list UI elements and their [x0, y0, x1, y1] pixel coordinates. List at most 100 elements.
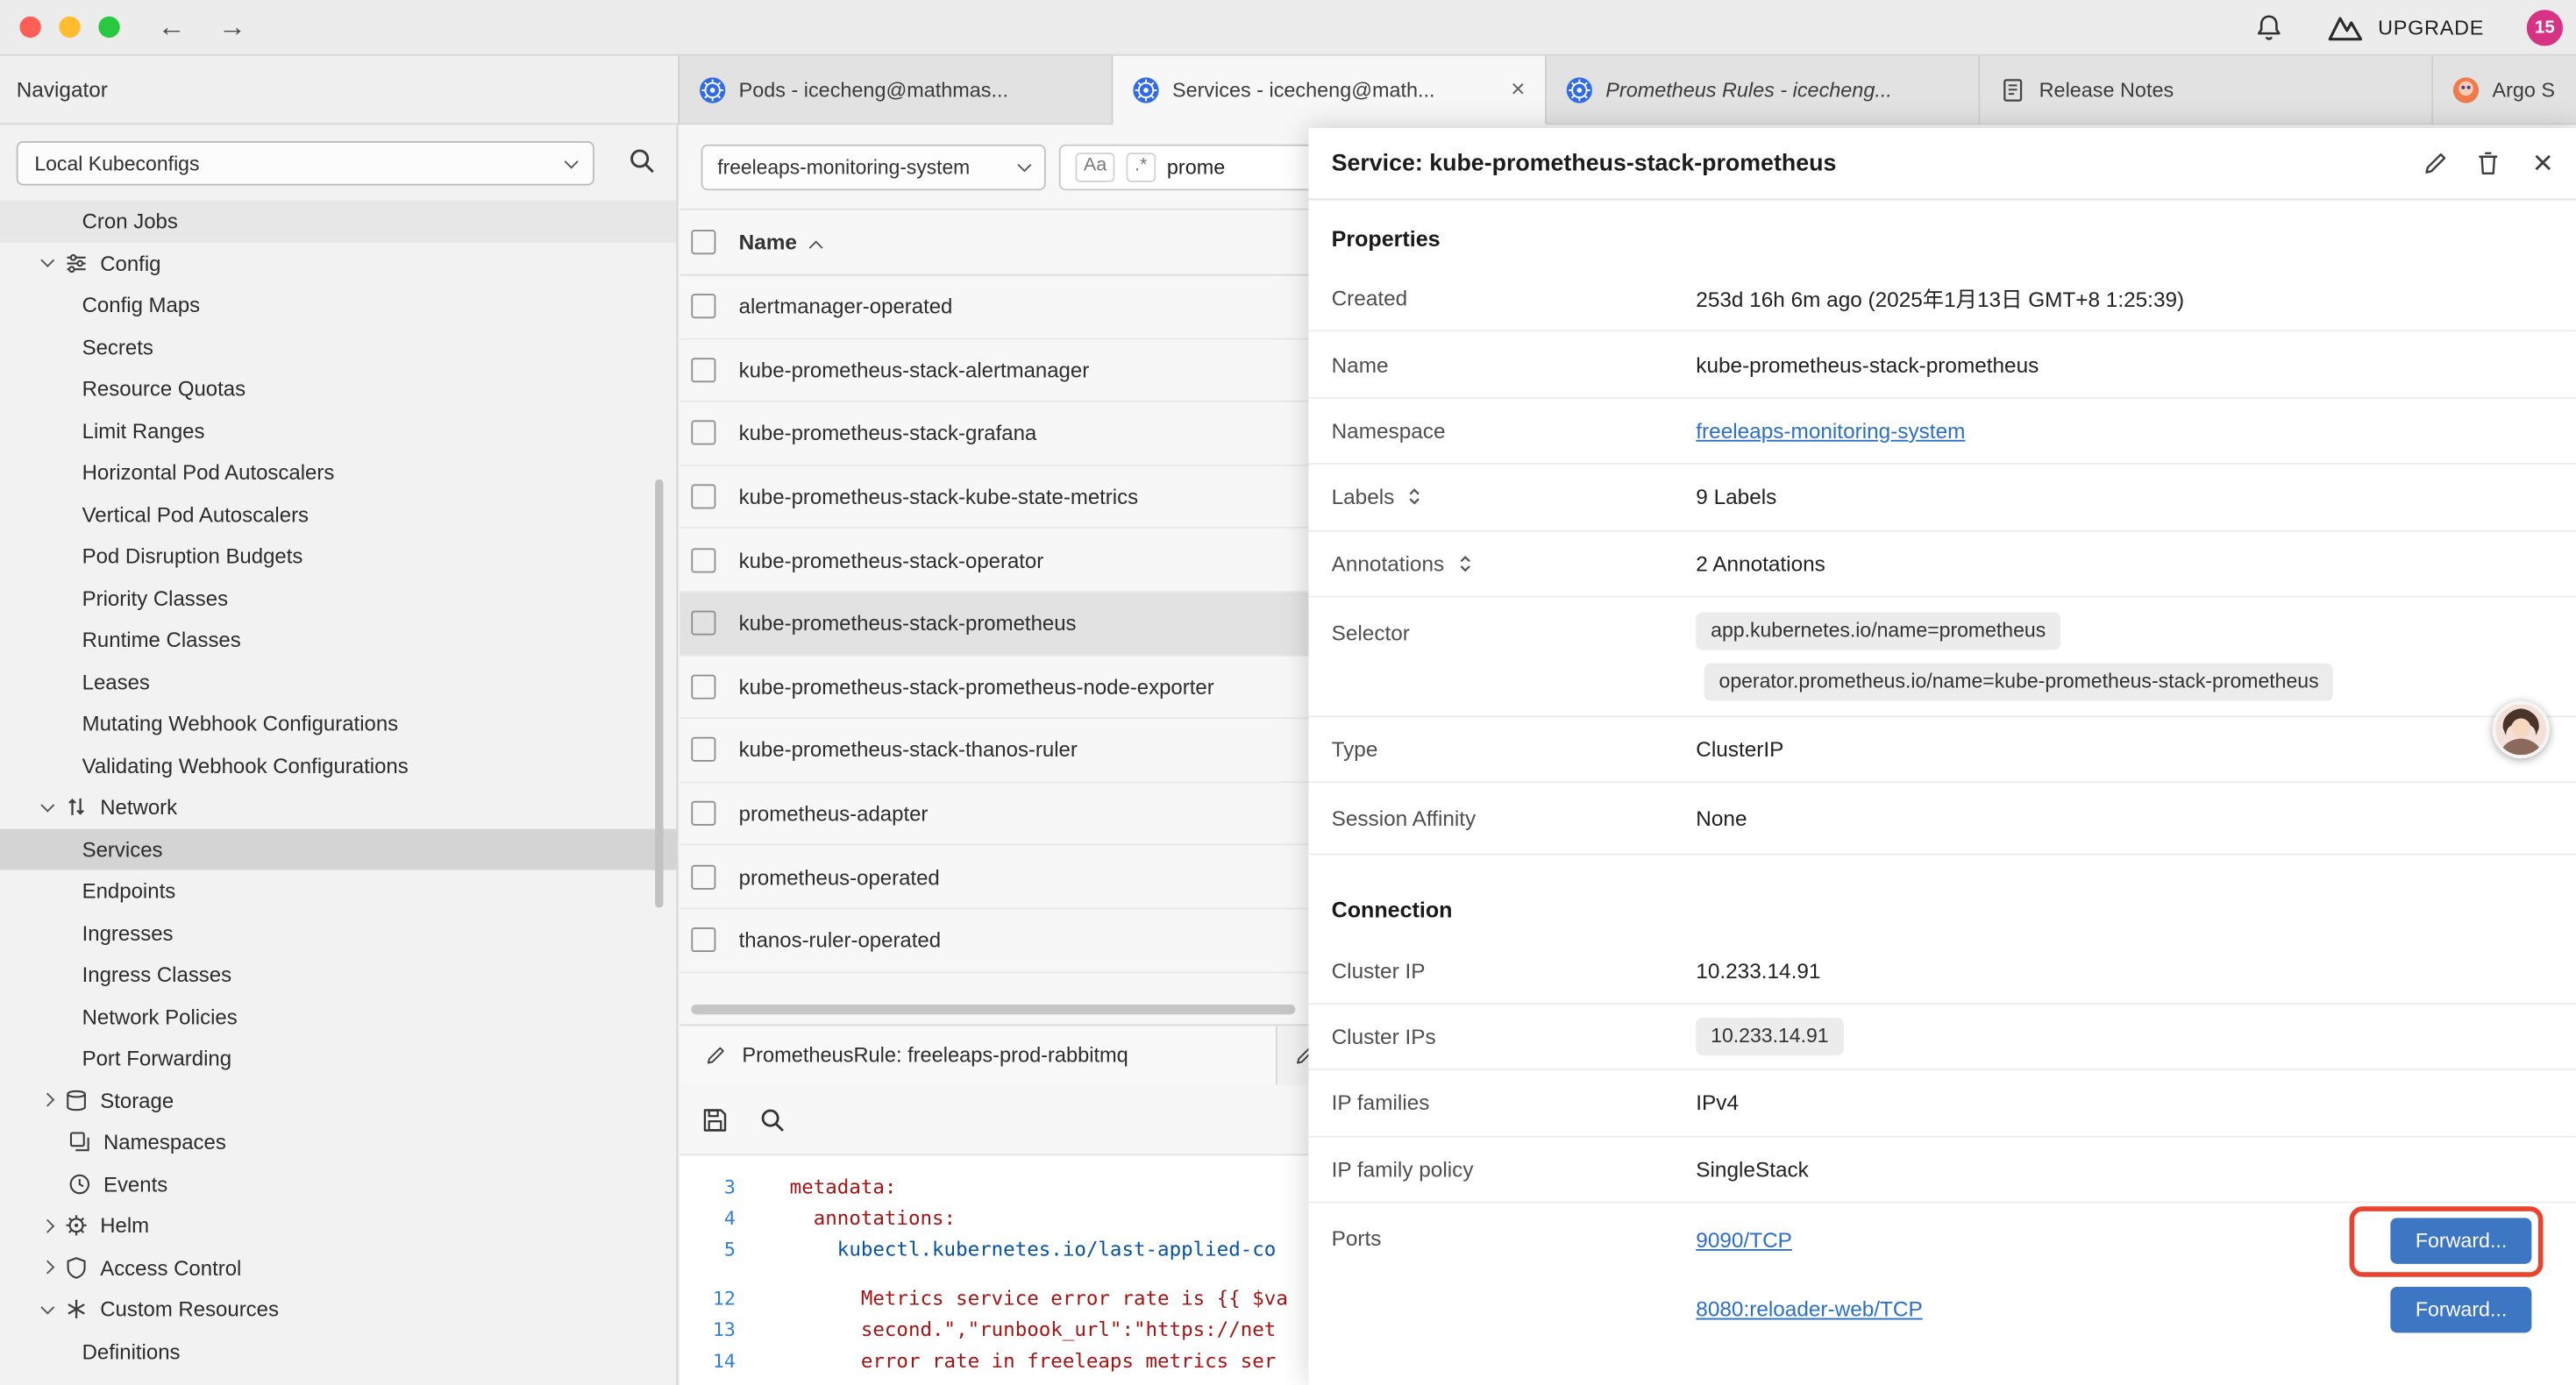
upgrade-button[interactable]: UPGRADE [2329, 13, 2484, 41]
forward-icon[interactable]: → [218, 13, 246, 41]
sidebar-item-namespaces[interactable]: Namespaces [0, 1121, 676, 1163]
sidebar-item-resource-quotas[interactable]: Resource Quotas [0, 367, 676, 409]
sidebar-item-mutating-webhook-configurations[interactable]: Mutating Webhook Configurations [0, 702, 676, 744]
minimize-window-button[interactable] [59, 17, 80, 38]
sidebar-item-priority-classes[interactable]: Priority Classes [0, 577, 676, 619]
namespace-select[interactable]: freeleaps-monitoring-system [701, 145, 1046, 190]
sidebar-item-definitions[interactable]: Definitions [0, 1331, 676, 1373]
row-checkbox[interactable] [691, 548, 715, 572]
sidebar-item-limit-ranges[interactable]: Limit Ranges [0, 409, 676, 451]
sidebar-item-ingresses[interactable]: Ingresses [0, 912, 676, 954]
close-tab-icon[interactable]: × [1501, 75, 1526, 103]
sidebar-group-config[interactable]: Config [0, 242, 676, 284]
access-control-shield-icon [64, 1255, 89, 1280]
row-checkbox[interactable] [691, 295, 715, 319]
sidebar-group-network[interactable]: Network [0, 786, 676, 828]
port-link-8080[interactable]: 8080:reloader-web/TCP [1696, 1297, 1922, 1322]
tab-release-notes[interactable]: Release Notes [1980, 56, 2433, 124]
tab-row: Navigator Pods - icecheng@mathmas... Ser… [0, 56, 2576, 125]
edit-icon[interactable] [2421, 149, 2449, 177]
tab-argo[interactable]: Argo S [2433, 56, 2576, 124]
save-icon[interactable] [701, 1105, 729, 1133]
match-case-toggle[interactable]: Aa [1075, 153, 1114, 181]
forward-button[interactable]: Forward... [2391, 1218, 2532, 1263]
port-line: 8080:reloader-web/TCP Forward... [1696, 1275, 2576, 1345]
chevron-down-icon [565, 154, 579, 168]
back-icon[interactable]: ← [158, 13, 186, 41]
config-icon [64, 251, 89, 275]
chevron-right-icon [34, 1221, 60, 1231]
drawer-title: Service: kube-prometheus-stack-prometheu… [1332, 150, 1837, 176]
sidebar-item-validating-webhook-configurations[interactable]: Validating Webhook Configurations [0, 744, 676, 786]
namespace-row: Namespace freeleaps-monitoring-system [1308, 399, 2576, 465]
row-checkbox[interactable] [691, 864, 715, 889]
editor-tab-prometheusrule[interactable]: PrometheusRule: freeleaps-prod-rabbitmq [680, 1026, 1277, 1084]
selector-badge: operator.prometheus.io/name=kube-prometh… [1704, 663, 2334, 700]
select-all-checkbox[interactable] [691, 230, 715, 254]
close-window-button[interactable] [19, 17, 40, 38]
sidebar-group-access-control[interactable]: Access Control [0, 1246, 676, 1289]
sidebar-item-config-maps[interactable]: Config Maps [0, 284, 676, 326]
created-row: Created 253d 16h 6m ago (2025年1月13日 GMT+… [1308, 266, 2576, 332]
row-checkbox[interactable] [691, 801, 715, 826]
sidebar-item-port-forwarding[interactable]: Port Forwarding [0, 1037, 676, 1079]
sidebar-item-secrets[interactable]: Secrets [0, 326, 676, 368]
cluster-ips-row: Cluster IPs 10.233.14.91 [1308, 1004, 2576, 1070]
editor-search-icon[interactable] [758, 1105, 786, 1133]
cluster-ip-row: Cluster IP 10.233.14.91 [1308, 938, 2576, 1005]
kubeconfig-select[interactable]: Local Kubeconfigs [17, 141, 594, 186]
row-checkbox[interactable] [691, 738, 715, 763]
namespaces-icon [68, 1130, 92, 1154]
row-checkbox[interactable] [691, 485, 715, 509]
sidebar-item-ingress-classes[interactable]: Ingress Classes [0, 954, 676, 996]
sidebar-item-leases[interactable]: Leases [0, 661, 676, 703]
sidebar-scrollbar[interactable] [655, 479, 663, 908]
unfold-icon[interactable] [1454, 553, 1475, 574]
tab-prometheus-rules[interactable]: Prometheus Rules - icecheng... [1547, 56, 1980, 124]
sidebar-group-storage[interactable]: Storage [0, 1079, 676, 1121]
custom-resources-icon [64, 1297, 89, 1322]
port-link-9090[interactable]: 9090/TCP [1696, 1228, 1792, 1253]
namespace-link[interactable]: freeleaps-monitoring-system [1696, 418, 1965, 443]
sidebar-item-horizontal-pod-autoscalers[interactable]: Horizontal Pod Autoscalers [0, 451, 676, 494]
regex-toggle[interactable]: .* [1127, 153, 1156, 181]
tab-pods[interactable]: Pods - icecheng@mathmas... [680, 56, 1113, 124]
sidebar-item-network-policies[interactable]: Network Policies [0, 996, 676, 1038]
maximize-window-button[interactable] [98, 17, 119, 38]
lens-window: ← → UPGRADE 15 Navigator Pods - icecheng… [0, 0, 2576, 1385]
row-checkbox[interactable] [691, 674, 715, 699]
horizontal-scrollbar[interactable] [691, 1005, 1295, 1014]
kubernetes-icon [1133, 76, 1159, 103]
tab-services[interactable]: Services - icecheng@math... × [1114, 56, 1547, 125]
sidebar-item-runtime-classes[interactable]: Runtime Classes [0, 619, 676, 661]
upgrade-label: UPGRADE [2378, 16, 2484, 39]
network-icon [64, 795, 89, 820]
sidebar-group-helm[interactable]: Helm [0, 1204, 676, 1246]
drawer-header: Service: kube-prometheus-stack-prometheu… [1308, 128, 2576, 200]
unfold-icon[interactable] [1405, 487, 1426, 508]
row-checkbox[interactable] [691, 927, 715, 952]
search-icon[interactable] [627, 146, 657, 176]
name-column-header[interactable]: Name [739, 230, 822, 254]
delete-icon[interactable] [2473, 149, 2501, 177]
release-notes-icon [2000, 76, 2026, 103]
user-avatar[interactable] [2492, 701, 2550, 759]
row-checkbox[interactable] [691, 421, 715, 445]
selector-row: Selector app.kubernetes.io/name=promethe… [1308, 598, 2576, 718]
sidebar-item-pod-disruption-budgets[interactable]: Pod Disruption Budgets [0, 535, 676, 577]
sidebar-group-custom-resources[interactable]: Custom Resources [0, 1289, 676, 1331]
sidebar-item-vertical-pod-autoscalers[interactable]: Vertical Pod Autoscalers [0, 494, 676, 536]
ports-row: Ports 9090/TCP Forward... 8080:reloader-… [1308, 1203, 2576, 1344]
chevron-down-icon [1017, 158, 1031, 172]
notification-count-badge[interactable]: 15 [2527, 9, 2563, 45]
sidebar-item-services[interactable]: Services [0, 828, 676, 870]
row-checkbox[interactable] [691, 611, 715, 636]
sidebar-item-events[interactable]: Events [0, 1163, 676, 1205]
sidebar-item-endpoints[interactable]: Endpoints [0, 870, 676, 912]
forward-button[interactable]: Forward... [2391, 1287, 2532, 1332]
notifications-bell-icon[interactable] [2255, 12, 2285, 42]
sidebar-item-cron-jobs[interactable]: Cron Jobs [0, 200, 676, 242]
close-drawer-icon[interactable]: × [2533, 146, 2553, 181]
row-checkbox[interactable] [691, 358, 715, 382]
service-detail-drawer: Service: kube-prometheus-stack-prometheu… [1308, 128, 2576, 1385]
